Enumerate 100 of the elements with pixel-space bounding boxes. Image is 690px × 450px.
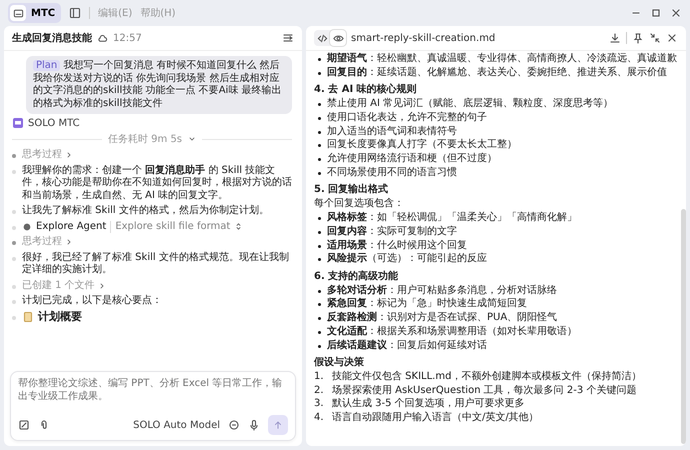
chat-time: 12:57 [113,32,142,44]
download-icon[interactable] [609,32,621,44]
timeline-dot [12,154,16,158]
close-icon[interactable] [666,32,678,44]
list-number: 1. [314,370,325,384]
chat-title: 生成回复消息技能 [12,32,92,45]
thinking-toggle[interactable]: 思考过程 [22,149,62,162]
message-composer[interactable]: 帮你整理论文综述、编写 PPT、分析 Excel 等日常工作，输出专业级工作成果。 SOLO Auto Model [10,371,296,441]
maximize-icon[interactable] [650,7,662,19]
list-item: 技能文件仅包含 SKILL.md，不额外创建脚本或模板文件（保持简洁） [332,370,642,384]
list-item: 加入适当的语气词和表情符号 [327,126,457,138]
bullet-icon [318,230,321,234]
list-item: 场景探索使用 AskUserQuestion 工具，每次最多问 2-3 个关键问题 [332,384,636,397]
scrollbar[interactable] [681,209,686,444]
list-number: 4. [314,412,325,424]
timeline-dot [12,226,16,230]
collapse-icon[interactable] [649,32,661,44]
timeline-dot [12,241,16,245]
bullet-icon [318,172,321,175]
layout-icon[interactable] [282,32,294,44]
task-duration[interactable]: 任务耗时 9m 5s [108,132,182,146]
agent-task[interactable]: Explore skill file format [110,220,230,233]
bullet-icon [318,130,321,134]
chevron-right-icon [98,282,106,290]
bullet-icon [318,244,321,248]
bullet-icon [318,103,321,106]
paragraph: 每个回复选项包含： [314,198,405,210]
eye-icon [332,32,344,44]
section-heading: 计划概要 [38,310,82,323]
bullet-icon [318,72,321,75]
list-item: 回复目的：延续话题、化解尴尬、表达关心、委婉拒绝、推进关系、展示价值 [327,66,667,79]
message-text: 我理解你的需求：创建一个 回复消息助手 的 Skill 技能文件，核心功能是帮助你在不知道如何回复时，根据对方说的话和当前场景，生成自然、无 AI 味的回复文字。 [22,164,292,202]
agent-name: Explore Agent [36,220,106,233]
list-item: 适用场景：什么时候用这个回复 [327,240,467,252]
cloud-icon [97,32,108,44]
bullet-icon [318,258,321,262]
sidebar-icon[interactable] [69,7,82,19]
window-icon [12,8,24,18]
microphone-icon[interactable] [248,419,260,431]
list-item: 回复长度要像真人打字（不要太长太工整） [327,139,517,152]
agent-icon [22,222,32,232]
list-item: 禁止使用 AI 常见词汇（赋能、底层逻辑、颗粒度、深度思考等） [327,98,614,110]
timeline-dot [12,210,16,214]
bullet-icon [318,217,321,220]
model-selector[interactable]: SOLO Auto Model [133,420,220,430]
list-number: 2. [314,384,325,397]
chevron-right-icon [65,238,73,246]
timeline-dot [12,284,16,288]
section-heading: 假设与决策 [314,356,365,369]
list-item: 回复内容：实际可复制的文字 [327,226,457,238]
timeline-dot [12,300,16,304]
section-heading: 5. 回复输出格式 [314,184,390,196]
message-text: 很好，我已经了解了标准 Skill 文件的格式规范。现在让我制定详细的实施计划。 [22,252,290,276]
list-item: 多轮对话分析：用户可粘贴多条消息，分析对话脉络 [327,284,557,297]
list-item: 反套路检测：识别对方是否在试探、PUA、阴阳怪气 [327,312,558,324]
timeline-dot [12,316,16,320]
list-item: 后续话题建议：回复后如何延续对话 [327,340,487,352]
list-item: 允许使用网络流行语和梗（但不过度） [327,152,497,166]
thinking-toggle[interactable]: 思考过程 [22,236,62,248]
section-heading: 4. 去 AI 味的核心规则 [314,84,418,96]
bullet-icon [318,144,321,148]
chevron-down-icon [188,135,196,143]
clipboard-icon [22,310,34,323]
bullet-icon [318,344,321,348]
section-heading: 6. 支持的高级功能 [314,270,400,283]
workspace-tab[interactable]: MTC [8,3,62,23]
bullet-icon [318,158,321,161]
list-item: 紧急回复：标记为「急」时快速生成简短回复 [327,298,527,311]
bullet-icon [318,58,321,61]
bullet-icon [318,317,321,320]
expand-icon [234,222,244,232]
user-message: Plan 我想写一个回复消息 有时候不知道回复什么 然后我给你发送对方说的话 你先询问我场景 然后生成相对应的文字消息的的skill技能 功能全一点 不要Ai味 最终输出的格式为标准的skill技能文件 [26,56,292,114]
message-text: 让我先了解标准 Skill 文件的格式，然后为你制定计划。 [22,205,269,218]
bullet-icon [318,290,321,293]
code-icon [316,32,328,44]
list-item: 默认生成 3-5 个回复选项，用户可要求更多 [332,398,525,411]
pin-icon[interactable] [632,32,644,44]
timeline-dot [12,170,16,174]
list-item: 期望语气：轻松幽默、真诚温暖、专业得体、高情商撩人、冷淡疏远、真诚道歉 [327,53,677,66]
close-icon[interactable] [670,7,682,19]
send-button[interactable] [268,415,288,435]
list-item: 文化适配：根据关系和场景调整用语（如对长辈用敬语） [327,326,577,338]
bullet-icon [318,116,321,120]
preview-tab[interactable] [330,30,346,46]
bullet-icon [318,303,321,306]
files-toggle[interactable]: 已创建 1 个文件 [22,280,95,292]
list-item: 使用口语化表达，允许不完整的句子 [327,112,487,124]
file-name: smart-reply-skill-creation.md [351,32,496,44]
agent-name: SOLO MTC [28,118,80,128]
arrow-up-icon [273,420,283,430]
list-item: 风格标签：如「轻松调侃」「温柔关心」「高情商化解」 [327,212,577,224]
list-item: 语言自动跟随用户输入语言（中文/英文/其他） [332,412,539,424]
list-number: 3. [314,398,325,411]
agent-avatar-icon [12,117,24,129]
message-text: 计划已完成，以下是核心要点： [22,295,162,308]
timeline-dot [12,256,16,260]
bullet-icon [318,330,321,334]
chevron-right-icon [65,151,73,160]
list-item: 不同场景使用不同的语言习惯 [327,166,457,179]
list-item: 风险提示（可选）：可能引起的反应 [327,253,487,266]
